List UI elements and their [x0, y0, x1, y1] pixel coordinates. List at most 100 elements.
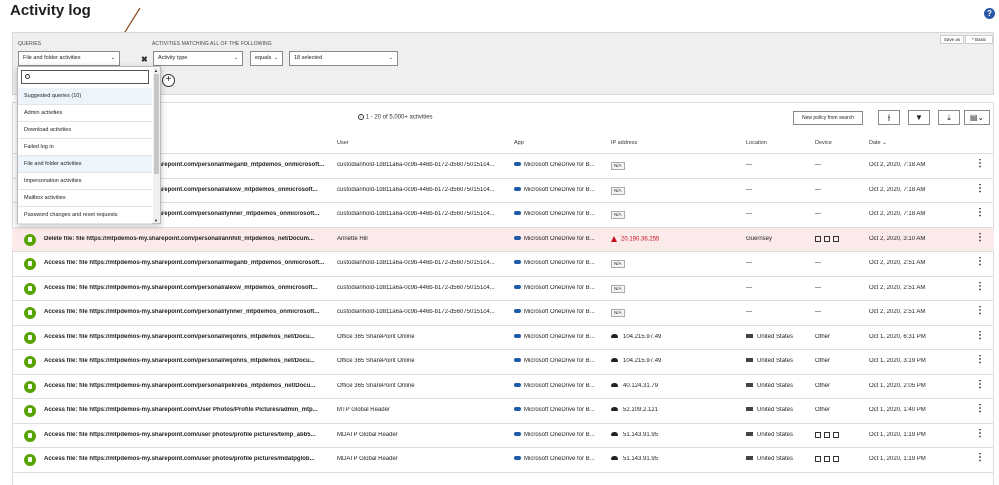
more-options-icon[interactable]: ⋮: [975, 159, 981, 169]
activity-ip[interactable]: 40.124.31.79: [611, 383, 731, 389]
more-options-icon[interactable]: ⋮: [975, 306, 981, 316]
more-options-icon[interactable]: ⋮: [975, 380, 981, 390]
col-header-user[interactable]: User: [337, 140, 349, 146]
activity-description[interactable]: Access file: file https://mtpdemos-my.sh…: [44, 432, 334, 438]
table-row[interactable]: Access file: file https://mtpdemos-my.sh…: [12, 448, 994, 473]
more-options-icon[interactable]: ⋮: [975, 429, 981, 439]
activity-ip[interactable]: N/A: [611, 309, 731, 317]
activity-description[interactable]: Access file: file https://mtpdemos-my.sh…: [44, 358, 334, 364]
table-row[interactable]: Access file: file https://mtpdemos-my.sh…: [12, 252, 994, 277]
save-as-button[interactable]: Save as: [940, 35, 964, 44]
activity-ip[interactable]: N/A: [611, 284, 731, 293]
dropdown-scrollbar[interactable]: ▲ ▼: [153, 68, 160, 223]
new-policy-button[interactable]: New policy from search: [793, 111, 863, 125]
activity-user[interactable]: MDATP Global Reader: [337, 432, 507, 438]
table-row[interactable]: Access file: file https://mtpdemos-my.sh…: [12, 277, 994, 301]
activity-ip[interactable]: 52.109.2.121: [611, 407, 731, 413]
columns-button[interactable]: ⫲: [878, 110, 900, 125]
activity-app[interactable]: Microsoft OneDrive for B...: [514, 309, 614, 315]
activity-user[interactable]: Office 365 SharePoint Online: [337, 334, 507, 340]
more-options-icon[interactable]: ⋮: [975, 257, 981, 267]
activity-app[interactable]: Microsoft OneDrive for B...: [514, 285, 614, 291]
activity-description[interactable]: Delete file: file https://mtpdemos-my.sh…: [44, 236, 334, 242]
activity-description[interactable]: Access file: file https://mtpdemos-my.sh…: [44, 456, 334, 462]
col-header-location[interactable]: Location: [746, 140, 767, 146]
activity-description[interactable]: Access file: file https://mtpdemos-my.sh…: [44, 334, 334, 340]
table-row[interactable]: Access file: file https://mtpdemos-my.sh…: [12, 375, 994, 399]
col-header-ip[interactable]: IP address: [611, 140, 637, 146]
activity-user[interactable]: Office 365 SharePoint Online: [337, 383, 507, 389]
activity-ip[interactable]: 51.143.91.95: [611, 432, 731, 438]
activity-description[interactable]: Access file: file https://mtpdemos-my.sh…: [44, 407, 334, 413]
activity-app[interactable]: Microsoft OneDrive for B...: [514, 383, 614, 389]
activity-ip[interactable]: 104.215.97.49: [611, 334, 731, 340]
table-row[interactable]: Access file: file https://mtpdemos-my.sh…: [12, 301, 994, 326]
dropdown-item[interactable]: File and folder activities: [18, 156, 152, 173]
activity-description[interactable]: Access file: file https://mtpdemos-my.sh…: [44, 260, 334, 266]
activity-user[interactable]: MDATP Global Reader: [337, 456, 507, 462]
activity-user[interactable]: custodianhold-1d811a6a-0c9b-446b-b172-d5…: [337, 309, 507, 315]
col-header-date[interactable]: Date ⌄: [869, 140, 887, 146]
activity-ip[interactable]: 51.143.91.95: [611, 456, 731, 462]
dropdown-item[interactable]: Password changes and reset requests: [18, 207, 152, 224]
filter-field-select[interactable]: Activity type ⌄: [153, 51, 243, 66]
dropdown-search-input[interactable]: [21, 70, 149, 84]
activity-description[interactable]: Access file: file https://mtpdemos-my.sh…: [44, 285, 334, 291]
table-row[interactable]: Access file: file https://mtpdemos-my.sh…: [12, 326, 994, 350]
activity-user[interactable]: custodianhold-1d811a6a-0c9b-446b-b172-d5…: [337, 285, 507, 291]
activity-user[interactable]: custodianhold-1d811a6a-0c9b-446b-b172-d5…: [337, 162, 507, 168]
activity-app[interactable]: Microsoft OneDrive for B...: [514, 358, 614, 364]
activity-ip[interactable]: N/A: [611, 211, 731, 219]
activity-app[interactable]: Microsoft OneDrive for B...: [514, 187, 614, 193]
activity-app[interactable]: Microsoft OneDrive for B...: [514, 162, 614, 168]
more-options-icon[interactable]: ⋮: [975, 453, 981, 463]
activity-app[interactable]: Microsoft OneDrive for B...: [514, 456, 614, 462]
table-row[interactable]: Access file: file https://mtpdemos-my.sh…: [12, 399, 994, 424]
col-header-app[interactable]: App: [514, 140, 524, 146]
view-options-button[interactable]: ▤⌄: [964, 110, 990, 125]
more-options-icon[interactable]: ⋮: [975, 331, 981, 341]
activity-user[interactable]: custodianhold-1d811a6a-0c9b-446b-b172-d5…: [337, 187, 507, 193]
dropdown-item[interactable]: Failed log in: [18, 139, 152, 156]
activity-user[interactable]: MTP Global Reader: [337, 407, 507, 413]
queries-select[interactable]: File and folder activities ⌄: [18, 51, 120, 66]
activity-app[interactable]: Microsoft OneDrive for B...: [514, 260, 614, 266]
activity-ip[interactable]: N/A: [611, 186, 731, 195]
table-row[interactable]: Access file: file https://mtpdemos-my.sh…: [12, 424, 994, 448]
activity-ip[interactable]: 104.215.97.49: [611, 358, 731, 364]
filter-operator-select[interactable]: equals ⌄: [250, 51, 283, 66]
filter-value-select[interactable]: 18 selected ⌄: [289, 51, 398, 66]
activity-app[interactable]: Microsoft OneDrive for B...: [514, 407, 614, 413]
activity-ip[interactable]: N/A: [611, 260, 731, 268]
dropdown-item[interactable]: Mailbox activities: [18, 190, 152, 207]
more-options-icon[interactable]: ⋮: [975, 355, 981, 365]
more-options-icon[interactable]: ⋮: [975, 208, 981, 218]
activity-app[interactable]: Microsoft OneDrive for B...: [514, 432, 614, 438]
activity-user[interactable]: Annette Hill: [337, 236, 507, 242]
col-header-device[interactable]: Device: [815, 140, 832, 146]
more-options-icon[interactable]: ⋮: [975, 282, 981, 292]
more-options-icon[interactable]: ⋮: [975, 184, 981, 194]
dropdown-item[interactable]: Suggested queries (10): [18, 88, 152, 105]
activity-app[interactable]: Microsoft OneDrive for B...: [514, 236, 614, 242]
filter-icon[interactable]: ▼: [908, 110, 930, 125]
export-icon[interactable]: ⤓: [938, 110, 960, 125]
add-filter-button[interactable]: +: [162, 74, 175, 87]
activity-ip[interactable]: 20.190.36.255: [611, 235, 731, 242]
dropdown-item[interactable]: Impersonation activities: [18, 173, 152, 190]
activity-user[interactable]: Office 365 SharePoint Online: [337, 358, 507, 364]
activity-ip[interactable]: N/A: [611, 162, 731, 170]
activity-app[interactable]: Microsoft OneDrive for B...: [514, 211, 614, 217]
dropdown-item[interactable]: Download activities: [18, 122, 152, 139]
help-icon[interactable]: ?: [984, 8, 995, 19]
activity-app[interactable]: Microsoft OneDrive for B...: [514, 334, 614, 340]
basic-toggle-button[interactable]: ^ Basic: [965, 35, 993, 44]
table-row[interactable]: Access file: file https://mtpdemos-my.sh…: [12, 350, 994, 375]
activity-description[interactable]: Access file: file https://mtpdemos-my.sh…: [44, 383, 334, 389]
more-options-icon[interactable]: ⋮: [975, 404, 981, 414]
dropdown-item[interactable]: Admin activities: [18, 105, 152, 122]
activity-description[interactable]: Access file: file https://mtpdemos-my.sh…: [44, 309, 334, 315]
table-row[interactable]: Delete file: file https://mtpdemos-my.sh…: [12, 227, 994, 252]
more-options-icon[interactable]: ⋮: [975, 233, 981, 243]
activity-user[interactable]: custodianhold-1d811a6a-0c9b-446b-b172-d5…: [337, 260, 507, 266]
